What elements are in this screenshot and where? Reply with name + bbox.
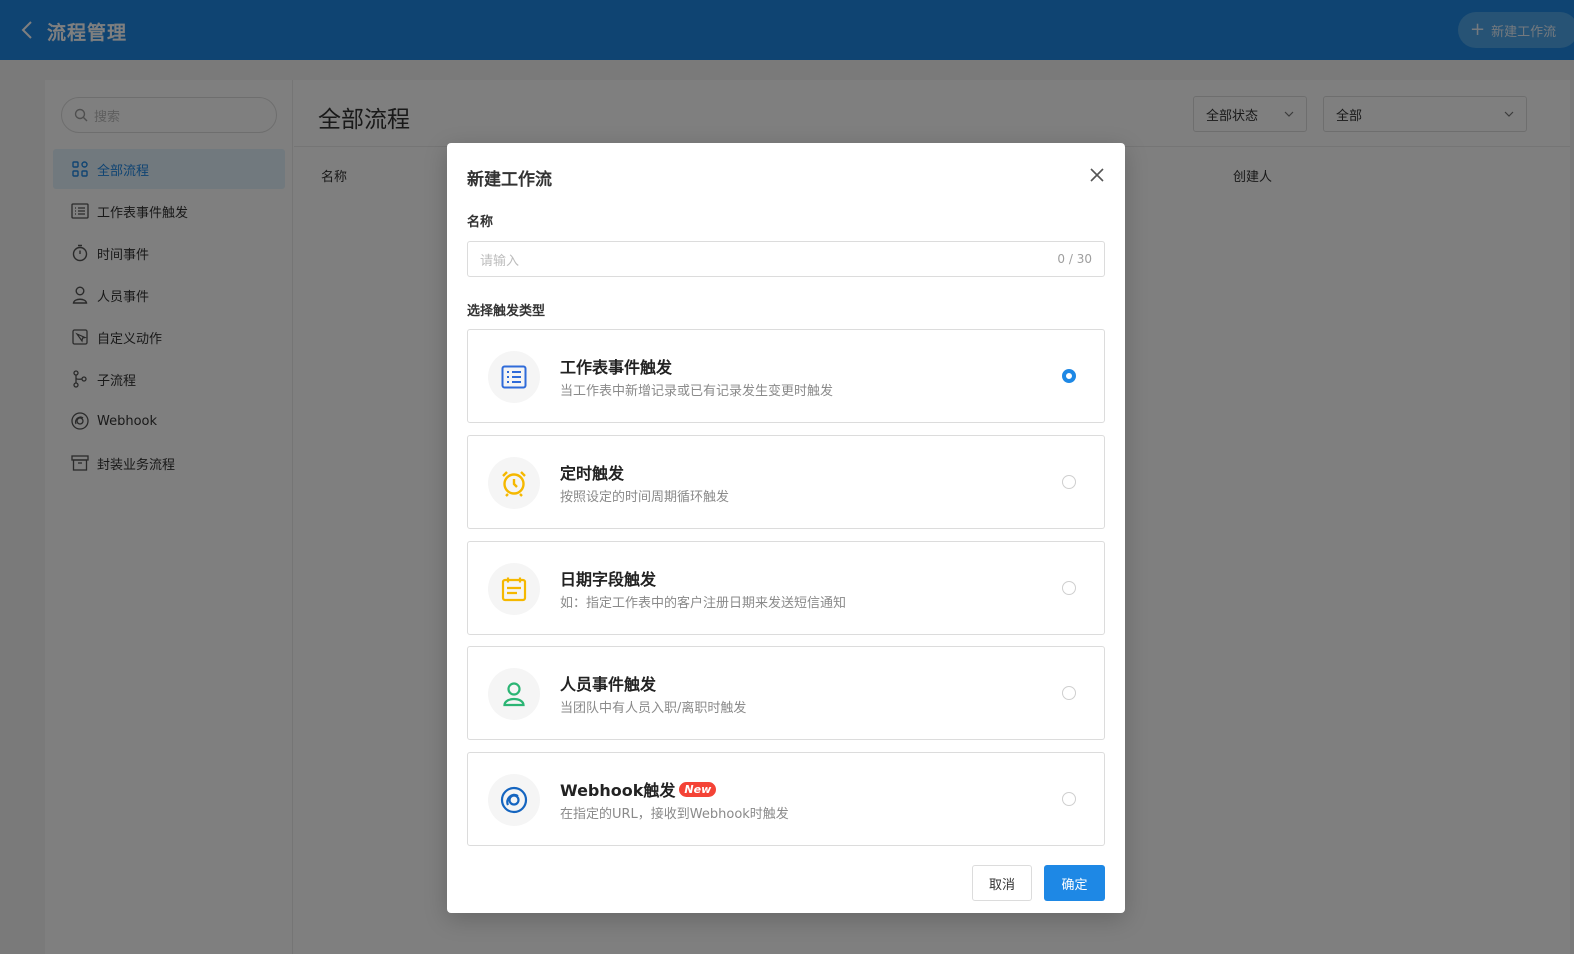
confirm-button[interactable]: 确定: [1044, 865, 1105, 901]
person-icon: [488, 668, 540, 720]
option-description: 按照设定的时间周期循环触发: [560, 490, 730, 505]
worksheet-icon: [488, 351, 540, 403]
new-workflow-dialog: 新建工作流 名称 请输入 0 / 30 选择触发类型 工作表事件触发 当工作表中…: [447, 143, 1125, 913]
dialog-title: 新建工作流: [467, 170, 552, 190]
option-title: 工作表事件触发: [560, 358, 673, 377]
trigger-type-label: 选择触发类型: [467, 304, 546, 319]
trigger-option-worksheet[interactable]: 工作表事件触发 当工作表中新增记录或已有记录发生变更时触发: [467, 329, 1105, 423]
option-description: 当团队中有人员入职/离职时触发: [560, 701, 747, 716]
option-title: 日期字段触发: [560, 570, 657, 589]
new-badge: New: [679, 781, 717, 797]
name-label: 名称: [467, 215, 494, 230]
name-counter: 0 / 30: [1057, 252, 1092, 266]
option-description: 当工作表中新增记录或已有记录发生变更时触发: [560, 384, 834, 399]
trigger-option-person-event[interactable]: 人员事件触发 当团队中有人员入职/离职时触发: [467, 646, 1105, 740]
option-title: Webhook触发 New: [560, 777, 717, 801]
trigger-option-webhook[interactable]: Webhook触发 New 在指定的URL，接收到Webhook时触发: [467, 752, 1105, 846]
alarm-clock-icon: [488, 457, 540, 509]
trigger-option-date-field[interactable]: 日期字段触发 如：指定工作表中的客户注册日期来发送短信通知: [467, 541, 1105, 635]
close-icon[interactable]: [1087, 165, 1107, 185]
name-input[interactable]: 请输入 0 / 30: [467, 241, 1105, 277]
option-radio[interactable]: [1062, 581, 1076, 595]
option-radio[interactable]: [1062, 475, 1076, 489]
option-title: 人员事件触发: [560, 675, 657, 694]
option-description: 如：指定工作表中的客户注册日期来发送短信通知: [560, 596, 847, 611]
option-title: 定时触发: [560, 464, 625, 483]
option-radio[interactable]: [1062, 686, 1076, 700]
cancel-button[interactable]: 取消: [972, 865, 1032, 901]
option-radio[interactable]: [1062, 792, 1076, 806]
trigger-option-scheduled[interactable]: 定时触发 按照设定的时间周期循环触发: [467, 435, 1105, 529]
webhook-icon: [488, 774, 540, 826]
option-description: 在指定的URL，接收到Webhook时触发: [560, 807, 789, 822]
name-placeholder: 请输入: [480, 253, 520, 269]
calendar-icon: [488, 563, 540, 615]
option-radio[interactable]: [1062, 369, 1076, 383]
option-title-text: Webhook触发: [560, 781, 676, 800]
